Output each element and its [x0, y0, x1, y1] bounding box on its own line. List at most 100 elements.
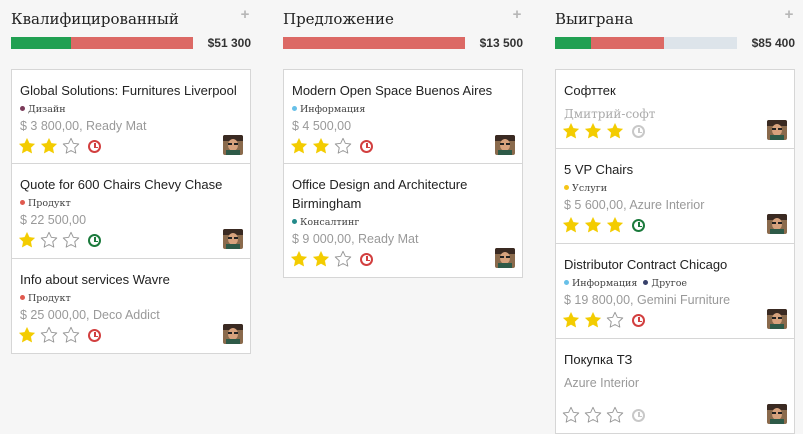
card-title: Global Solutions: Furnitures Liverpool: [20, 83, 237, 98]
tag-color-dot: [643, 280, 649, 285]
add-card-icon[interactable]: +: [511, 7, 523, 22]
column-title[interactable]: Квалифицированный: [11, 10, 179, 28]
add-card-icon[interactable]: +: [239, 7, 251, 22]
priority-stars[interactable]: [18, 326, 101, 344]
opportunity-card[interactable]: Global Solutions: Furnitures Liverpool Ди…: [11, 69, 251, 164]
priority-stars[interactable]: [562, 122, 645, 140]
opportunity-card[interactable]: Office Design and Architecture Birmingha…: [283, 164, 523, 278]
star-icon[interactable]: [62, 231, 80, 249]
activity-clock-icon[interactable]: [88, 328, 101, 342]
priority-stars[interactable]: [290, 250, 373, 268]
star-icon[interactable]: [62, 137, 80, 155]
activity-clock-icon[interactable]: [360, 252, 373, 266]
avatar[interactable]: [767, 214, 787, 234]
opportunity-card[interactable]: Покупка ТЗ Azure Interior: [555, 339, 795, 434]
avatar[interactable]: [495, 135, 515, 155]
priority-stars[interactable]: [290, 137, 373, 155]
column-total: $13 500: [479, 36, 523, 50]
avatar[interactable]: [767, 404, 787, 424]
star-icon[interactable]: [584, 122, 602, 140]
priority-stars[interactable]: [18, 137, 101, 155]
star-icon[interactable]: [562, 406, 580, 424]
star-icon[interactable]: [40, 137, 58, 155]
progress-segment[interactable]: [664, 37, 737, 49]
activity-clock-icon[interactable]: [632, 313, 645, 327]
priority-stars[interactable]: [562, 216, 645, 234]
progress-segment[interactable]: [283, 37, 465, 49]
star-icon[interactable]: [606, 216, 624, 234]
tag-label: Информация: [572, 278, 638, 289]
column-progress-bar[interactable]: [11, 37, 193, 49]
avatar[interactable]: [767, 120, 787, 140]
card-tags: Информация: [292, 99, 371, 117]
tag-label: Услуги: [572, 183, 608, 194]
star-icon[interactable]: [18, 137, 36, 155]
star-icon[interactable]: [584, 311, 602, 329]
card-revenue: $ 25 000,00, Deco Addict: [20, 308, 160, 322]
avatar[interactable]: [223, 324, 243, 344]
column-title[interactable]: Предложение: [283, 10, 394, 28]
star-icon[interactable]: [290, 250, 308, 268]
avatar[interactable]: [223, 135, 243, 155]
star-icon[interactable]: [40, 231, 58, 249]
opportunity-card[interactable]: Distributor Contract Chicago Информация Др…: [555, 244, 795, 339]
progress-segment[interactable]: [555, 37, 592, 49]
avatar[interactable]: [223, 229, 243, 249]
tag-label: Информация: [300, 104, 366, 115]
star-icon[interactable]: [290, 137, 308, 155]
star-icon[interactable]: [606, 122, 624, 140]
star-icon[interactable]: [334, 137, 352, 155]
card-list: Global Solutions: Furnitures Liverpool Ди…: [11, 69, 251, 354]
star-icon[interactable]: [40, 326, 58, 344]
card-revenue: $ 3 800,00, Ready Mat: [20, 119, 147, 133]
tag-label: Дизайн: [28, 104, 66, 115]
star-icon[interactable]: [18, 231, 36, 249]
star-icon[interactable]: [62, 326, 80, 344]
star-icon[interactable]: [584, 216, 602, 234]
progress-segment[interactable]: [71, 37, 193, 49]
star-icon[interactable]: [562, 311, 580, 329]
activity-clock-icon[interactable]: [632, 218, 645, 232]
card-title: Info about services Wavre: [20, 272, 170, 287]
add-card-icon[interactable]: +: [783, 7, 795, 22]
column-title[interactable]: Выиграна: [555, 10, 633, 28]
progress-segment[interactable]: [591, 37, 665, 49]
opportunity-card[interactable]: Софттек Дмитрий-софт: [555, 69, 795, 149]
progress-segment[interactable]: [11, 37, 72, 49]
column-progress-bar[interactable]: [555, 37, 737, 49]
priority-stars[interactable]: [562, 406, 645, 424]
avatar[interactable]: [495, 248, 515, 268]
column-progress-bar[interactable]: [283, 37, 465, 49]
star-icon[interactable]: [562, 122, 580, 140]
star-icon[interactable]: [606, 311, 624, 329]
star-icon[interactable]: [606, 406, 624, 424]
card-revenue: $ 19 800,00, Gemini Furniture: [564, 293, 731, 307]
tag-color-dot: [20, 200, 25, 205]
star-icon[interactable]: [312, 137, 330, 155]
star-icon[interactable]: [334, 250, 352, 268]
activity-clock-icon[interactable]: [360, 139, 373, 153]
priority-stars[interactable]: [18, 231, 101, 249]
tag-label: Продукт: [28, 293, 71, 304]
activity-clock-icon[interactable]: [88, 139, 101, 153]
star-icon[interactable]: [18, 326, 36, 344]
tag-color-dot: [292, 106, 297, 111]
avatar[interactable]: [767, 309, 787, 329]
opportunity-card[interactable]: Modern Open Space Buenos Aires Информация…: [283, 69, 523, 164]
card-list: Modern Open Space Buenos Aires Информация…: [283, 69, 523, 278]
activity-clock-icon[interactable]: [632, 124, 645, 138]
opportunity-card[interactable]: Info about services Wavre Продукт $ 25 000…: [11, 259, 251, 354]
star-icon[interactable]: [312, 250, 330, 268]
card-title: Quote for 600 Chairs Chevy Chase: [20, 177, 223, 192]
opportunity-card[interactable]: Quote for 600 Chairs Chevy Chase Продукт $…: [11, 164, 251, 259]
card-tags: Консалтинг: [292, 212, 365, 230]
priority-stars[interactable]: [562, 311, 645, 329]
tag: Услуги: [564, 183, 607, 194]
card-title: Office Design and Architecture Birmingha…: [292, 177, 468, 211]
activity-clock-icon[interactable]: [88, 233, 101, 247]
star-icon[interactable]: [584, 406, 602, 424]
column-total: $85 400: [751, 36, 795, 50]
activity-clock-icon[interactable]: [632, 408, 645, 422]
opportunity-card[interactable]: 5 VP Chairs Услуги $ 5 600,00, Azure Inter…: [555, 149, 795, 244]
star-icon[interactable]: [562, 216, 580, 234]
